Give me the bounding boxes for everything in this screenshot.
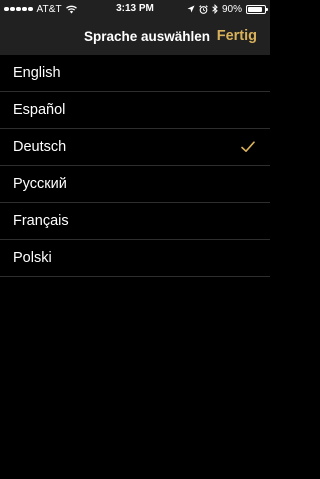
language-label: English <box>13 65 61 81</box>
page-title: Sprache auswählen <box>83 29 210 44</box>
battery-icon <box>246 4 268 14</box>
language-label: Français <box>13 213 69 229</box>
language-label: Русский <box>13 176 67 192</box>
language-option-french[interactable]: Français <box>0 203 270 240</box>
language-list: English Español Deutsch Русский Français… <box>0 55 270 277</box>
language-option-spanish[interactable]: Español <box>0 92 270 129</box>
language-option-russian[interactable]: Русский <box>0 166 270 203</box>
language-option-german[interactable]: Deutsch <box>0 129 270 166</box>
battery-percent: 90% <box>221 3 242 15</box>
done-button[interactable]: Fertig <box>217 18 257 55</box>
location-arrow-icon <box>187 5 195 13</box>
alarm-clock-icon <box>199 4 208 14</box>
checkmark-icon <box>241 141 255 153</box>
status-bar: AT&T 3:13 PM 90% <box>0 0 270 18</box>
language-option-english[interactable]: English <box>0 55 270 92</box>
status-right: 90% <box>187 0 268 18</box>
language-selection-screen: AT&T 3:13 PM 90% Sprache auswählen Ferti… <box>0 0 270 479</box>
language-label: Deutsch <box>13 139 67 155</box>
navigation-bar: Sprache auswählen Fertig <box>0 18 270 55</box>
language-label: Español <box>13 102 66 118</box>
bluetooth-icon <box>212 4 218 14</box>
language-label: Polski <box>13 250 52 266</box>
language-option-polish[interactable]: Polski <box>0 240 270 277</box>
